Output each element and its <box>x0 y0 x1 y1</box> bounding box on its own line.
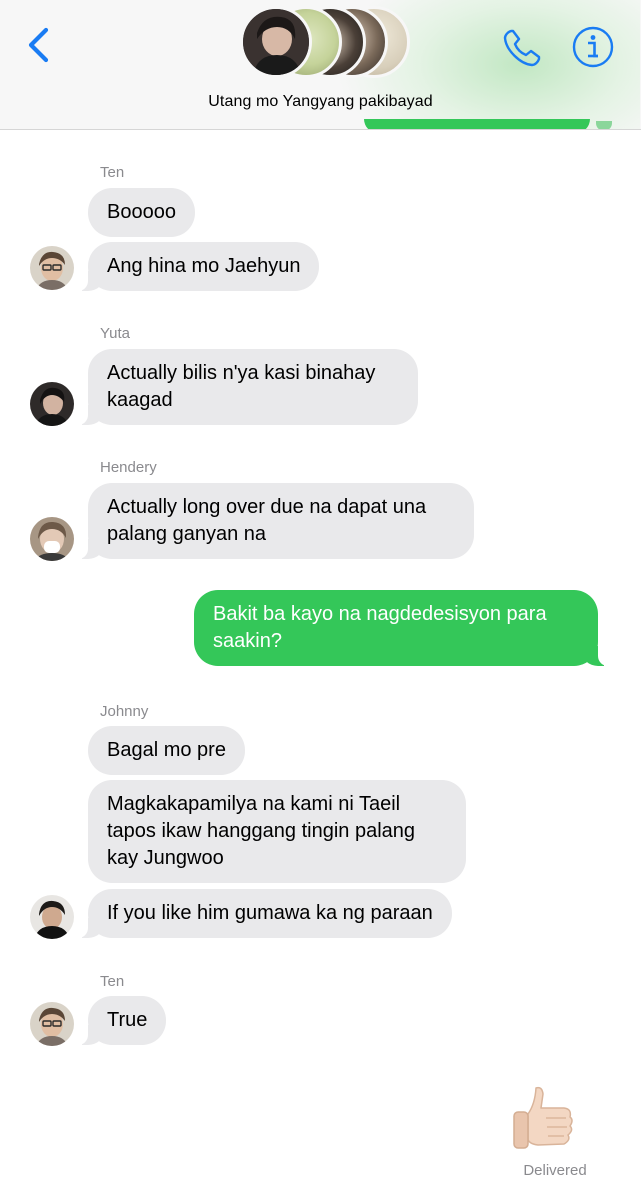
message-text: Actually bilis n'ya kasi binahay kaagad <box>107 362 376 411</box>
message-bubble-incoming[interactable]: Ang hina mo Jaehyun <box>77 242 320 291</box>
message-bubble-outgoing[interactable]: Bakit ba kayo na nagdedesisyon para saak… <box>194 590 608 666</box>
message-bubble-incoming[interactable]: Actually long over due na dapat una pala… <box>78 483 474 559</box>
delivery-status: Delivered <box>523 1162 587 1179</box>
info-button[interactable] <box>571 25 615 69</box>
thumbs-up-icon <box>513 1086 573 1149</box>
group-title[interactable]: Utang mo Yangyang pakibayad <box>0 93 641 111</box>
message-text: Bakit ba kayo na nagdedesisyon para saak… <box>213 603 547 652</box>
message-text: Bagal mo pre <box>107 739 226 761</box>
info-icon <box>572 26 614 68</box>
message-text: Actually long over due na dapat una pala… <box>107 496 427 545</box>
scrolled-message-bubble-edge <box>364 119 590 129</box>
avatar[interactable] <box>30 246 74 290</box>
call-button[interactable] <box>500 26 544 70</box>
sender-name: Ten <box>100 973 125 990</box>
conversation-header: Utang mo Yangyang pakibayad <box>0 0 641 130</box>
sender-name: Johnny <box>100 703 149 720</box>
sender-name: Ten <box>100 164 125 181</box>
chevron-left-icon <box>28 27 49 63</box>
back-button[interactable] <box>22 24 58 66</box>
message-bubble-incoming[interactable]: Booooo <box>88 188 195 237</box>
avatar[interactable] <box>30 517 74 561</box>
message-text: Ang hina mo Jaehyun <box>107 255 301 277</box>
message-bubble-incoming[interactable]: Actually bilis n'ya kasi binahay kaagad <box>78 349 418 425</box>
avatar[interactable] <box>30 1002 74 1046</box>
message-text: True <box>107 1009 148 1031</box>
group-avatar-stack[interactable] <box>240 6 410 80</box>
message-bubble-incoming[interactable]: Magkakapamilya na kami ni Taeil tapos ik… <box>88 780 466 883</box>
sender-name: Hendery <box>100 459 157 476</box>
avatar[interactable] <box>30 895 74 939</box>
phone-icon <box>503 29 541 67</box>
message-bubble-incoming[interactable]: True <box>77 996 167 1045</box>
message-text: If you like him gumawa ka ng paraan <box>107 902 433 924</box>
thumbs-up-message[interactable] <box>508 1082 578 1154</box>
message-bubble-incoming[interactable]: If you like him gumawa ka ng paraan <box>78 889 452 938</box>
group-member-avatar <box>240 6 312 78</box>
message-text: Booooo <box>107 201 176 223</box>
sender-name: Yuta <box>100 325 131 342</box>
avatar[interactable] <box>30 382 74 426</box>
message-text: Magkakapamilya na kami ni Taeil tapos ik… <box>107 793 416 869</box>
scrolled-message-bubble-edge-small <box>596 121 612 129</box>
message-bubble-incoming[interactable]: Bagal mo pre <box>88 726 245 775</box>
